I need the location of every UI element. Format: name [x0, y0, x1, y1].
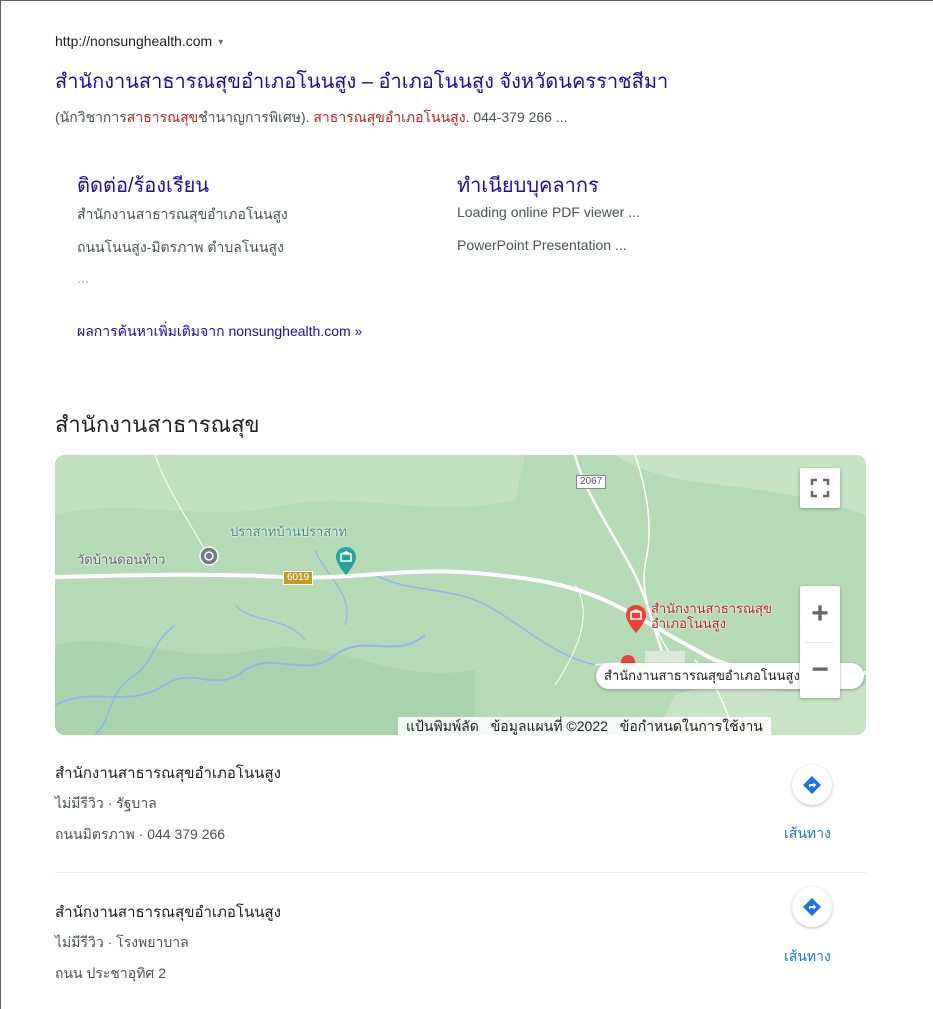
directions-button[interactable] — [792, 765, 832, 805]
more-results-link[interactable]: ผลการค้นหาเพิ่มเติมจาก nonsunghealth.com… — [77, 321, 362, 343]
place-address: ถนน ประชาอุทิศ 2 — [55, 965, 166, 981]
directions-label[interactable]: เส้นทาง — [784, 946, 831, 968]
sublink-contact-line: สำนักงานสาธารณสุขอำเภอโนนสูง — [77, 206, 288, 222]
zoom-divider — [806, 642, 834, 643]
fullscreen-button[interactable] — [800, 468, 840, 508]
map-label-wat[interactable]: วัดบ้านดอนท้าว — [77, 549, 166, 570]
url-caret-icon[interactable]: ▾ — [218, 37, 223, 48]
map-label-office-line[interactable]: สำนักงานสาธารณสุข — [651, 601, 772, 616]
sublink-contact-ellipsis: ... — [77, 270, 89, 286]
local-pack-heading: สำนักงานสาธารณสุข — [55, 412, 260, 437]
place-divider — [55, 872, 866, 873]
snippet-highlight: สาธารณสุขอำเภอโนนสูง — [313, 109, 466, 125]
map-base-layer — [55, 455, 866, 735]
zoom-in-button[interactable]: + — [800, 586, 840, 642]
directions-icon — [803, 776, 821, 794]
fullscreen-icon — [810, 478, 830, 498]
road-shield-2067: 2067 — [576, 475, 607, 489]
sublink-contact-title[interactable]: ติดต่อ/ร้องเรียน — [77, 169, 209, 201]
snippet-text: ชำนาญการพิเศษ). — [198, 109, 314, 125]
zoom-control: + − — [800, 586, 840, 698]
place-address: ถนนมิตรภาพ · 044 379 266 — [55, 826, 226, 842]
snippet-highlight: สาธารณสุข — [126, 109, 199, 125]
place-name[interactable]: สำนักงานสาธารณสุขอำเภอโนนสูง — [55, 900, 281, 924]
result-url[interactable]: http://nonsunghealth.com ▾ — [55, 33, 223, 49]
road-shield-6019: 6019 — [283, 571, 314, 585]
map-data-text: ข้อมูลแผนที่ ©2022 — [490, 718, 608, 734]
place-name[interactable]: สำนักงานสาธารณสุขอำเภอโนนสูง — [55, 761, 281, 785]
snippet-text: (นักวิชาการ — [55, 109, 127, 125]
result-url-text[interactable]: http://nonsunghealth.com — [55, 33, 212, 49]
sublink-staff-title[interactable]: ทำเนียบบุคลากร — [457, 169, 599, 201]
directions-label[interactable]: เส้นทาง — [784, 823, 831, 845]
sublink-contact-line: ถนนโนนสูง-มิตรภาพ ตำบลโนนสูง — [77, 239, 284, 255]
result-title-link[interactable]: สำนักงานสาธารณสุขอำเภอโนนสูง – อำเภอโนนส… — [55, 65, 668, 97]
office-pin-icon[interactable] — [625, 604, 647, 634]
zoom-out-button[interactable]: − — [800, 642, 840, 698]
directions-button[interactable] — [792, 887, 832, 927]
map[interactable]: ปราสาทบ้านปราสาท วัดบ้านดอนท้าว สำนักงาน… — [55, 455, 866, 735]
place-meta: ไม่มีรีวิว · รัฐบาล — [55, 795, 157, 811]
terms-link[interactable]: ข้อกำหนดในการใช้งาน — [620, 718, 763, 734]
keyboard-shortcuts-link[interactable]: แป้นพิมพ์ลัด — [406, 718, 479, 734]
place-meta: ไม่มีรีวิว · โรงพยาบาล — [55, 934, 189, 950]
map-attribution: แป้นพิมพ์ลัด ข้อมูลแผนที่ ©2022 ข้อกำหนด… — [398, 717, 771, 735]
sublink-staff-line: PowerPoint Presentation ... — [457, 237, 627, 253]
snippet-text: . 044-379 266 ... — [465, 109, 568, 125]
museum-pin-icon[interactable] — [335, 546, 357, 576]
map-label-office[interactable]: สำนักงานสาธารณสุข อำเภอโนนสูง — [651, 601, 772, 631]
map-label-office-line[interactable]: อำเภอโนนสูง — [651, 616, 772, 631]
sublink-staff-line: Loading online PDF viewer ... — [457, 204, 640, 220]
map-label-prasat[interactable]: ปราสาทบ้านปราสาท — [230, 521, 347, 542]
result-snippet: (นักวิชาการสาธารณสุขชำนาญการพิเศษ). สาธา… — [55, 107, 568, 129]
directions-icon — [803, 898, 821, 916]
temple-pin-icon[interactable] — [199, 546, 219, 566]
